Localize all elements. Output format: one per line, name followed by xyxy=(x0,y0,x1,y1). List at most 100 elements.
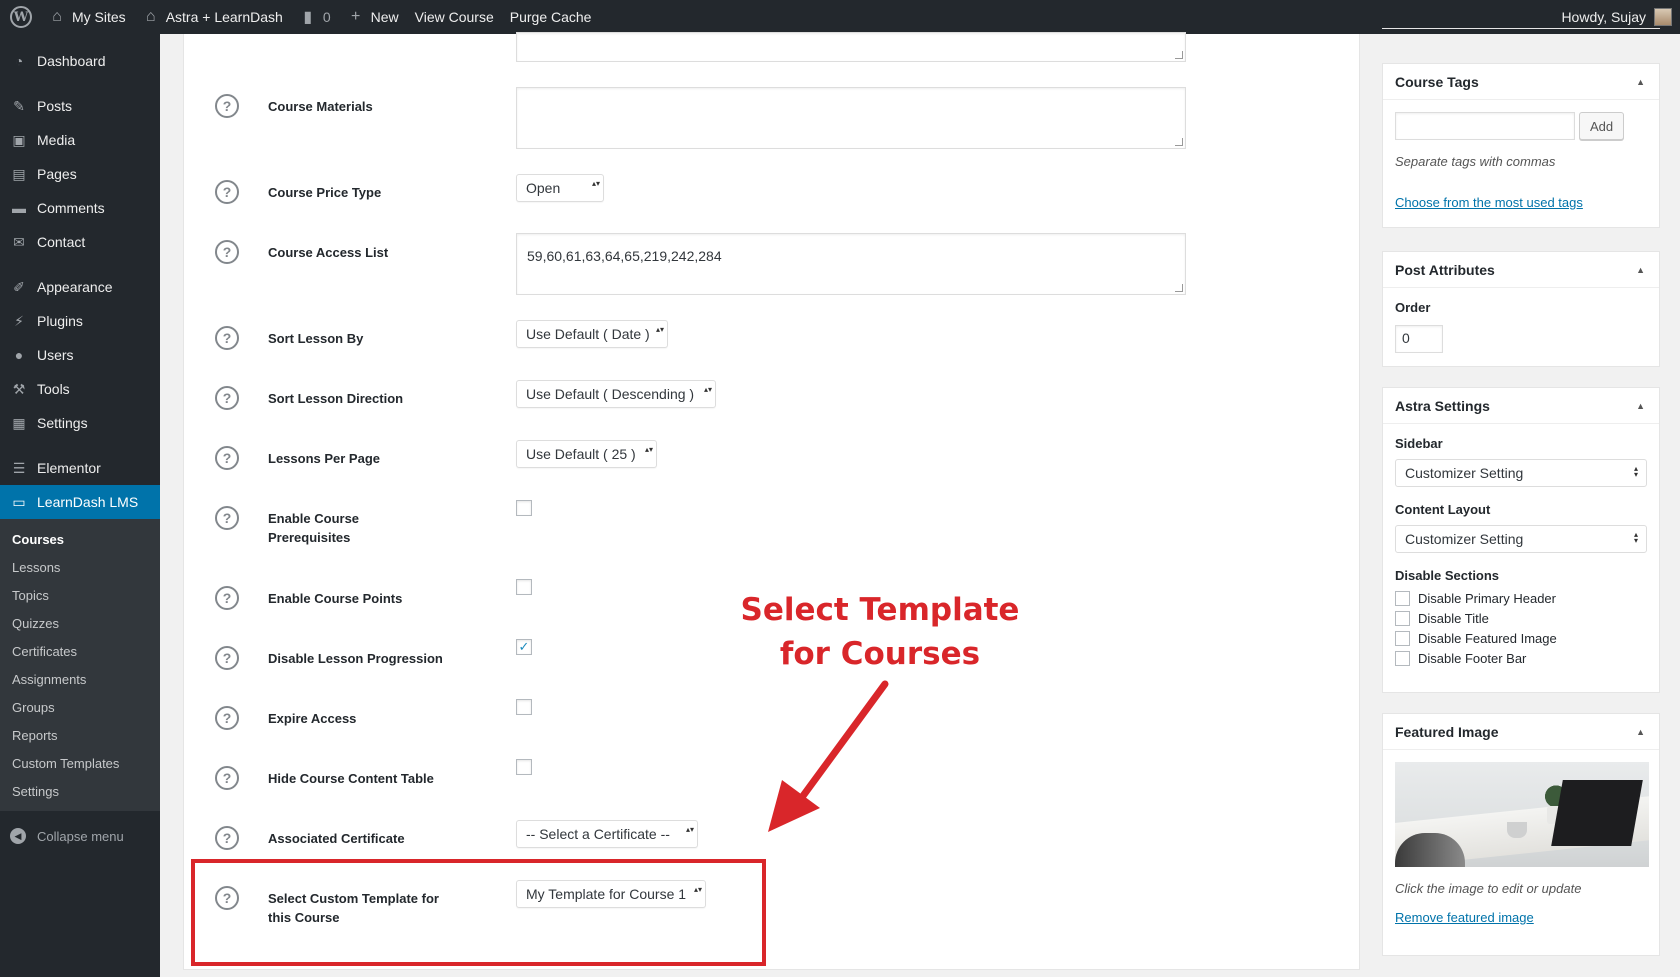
submenu-item-quizzes[interactable]: Quizzes xyxy=(0,609,160,637)
sort-lesson-by-label: Sort Lesson By xyxy=(268,331,364,346)
content-layout-label: Content Layout xyxy=(1395,502,1491,517)
associated-certificate-select[interactable]: -- Select a Certificate -- xyxy=(516,820,698,848)
post-attributes-header[interactable]: Post Attributes ▲ xyxy=(1383,252,1659,288)
sidebar-item-settings[interactable]: ▦ Settings xyxy=(0,406,160,440)
sidebar-item-posts[interactable]: ✎ Posts xyxy=(0,89,160,123)
help-icon[interactable]: ? xyxy=(215,94,239,118)
sidebar-item-label: Settings xyxy=(37,415,88,431)
hide-content-table-checkbox[interactable] xyxy=(516,759,532,775)
help-icon[interactable]: ? xyxy=(215,326,239,350)
collapse-arrow-icon[interactable]: ▲ xyxy=(1636,77,1645,87)
sidebar-item-pages[interactable]: ▤ Pages xyxy=(0,157,160,191)
new-content-menu[interactable]: + New xyxy=(339,0,407,34)
sidebar-item-dashboard[interactable]: ◔ Dashboard xyxy=(0,44,160,78)
lessons-per-page-select[interactable]: Use Default ( 25 ) xyxy=(516,440,657,468)
help-icon[interactable]: ? xyxy=(215,506,239,530)
option-label: Disable Footer Bar xyxy=(1418,650,1527,666)
collapse-arrow-icon[interactable]: ▲ xyxy=(1636,727,1645,737)
sidebar-item-label: Posts xyxy=(37,98,73,114)
course-tags-header[interactable]: Course Tags ▲ xyxy=(1383,64,1659,100)
sidebar-item-contact[interactable]: ✉ Contact xyxy=(0,225,160,259)
submenu-item-certificates[interactable]: Certificates xyxy=(0,637,160,665)
site-name-menu[interactable]: ⌂ Astra + LearnDash xyxy=(134,0,291,34)
help-icon[interactable]: ? xyxy=(215,646,239,670)
comments-menu[interactable]: ▮ 0 xyxy=(291,0,339,34)
sites-icon: ⌂ xyxy=(52,8,62,25)
sidebar-setting-select[interactable]: Customizer Setting xyxy=(1395,459,1647,487)
disable-primary-header-option[interactable]: Disable Primary Header xyxy=(1395,588,1647,608)
collapse-menu-button[interactable]: ◀ Collapse menu xyxy=(0,819,160,853)
order-input[interactable]: 0 xyxy=(1395,325,1443,353)
sidebar-item-label: Tools xyxy=(37,381,70,397)
wrench-icon: ⚒ xyxy=(12,380,26,397)
course-access-list-textarea[interactable]: 59,60,61,63,64,65,219,242,284 xyxy=(516,233,1186,295)
collapse-arrow-icon[interactable]: ▲ xyxy=(1636,401,1645,411)
option-label: Disable Title xyxy=(1418,610,1489,626)
sort-lesson-by-select[interactable]: Use Default ( Date ) xyxy=(516,320,668,348)
help-icon[interactable]: ? xyxy=(215,240,239,264)
submenu-item-custom-templates[interactable]: Custom Templates xyxy=(0,749,160,777)
submenu-item-assignments[interactable]: Assignments xyxy=(0,665,160,693)
help-icon[interactable]: ? xyxy=(215,446,239,470)
sort-lesson-direction-select[interactable]: Use Default ( Descending ) xyxy=(516,380,716,408)
disable-featured-image-option[interactable]: Disable Featured Image xyxy=(1395,628,1647,648)
previous-textarea[interactable] xyxy=(516,32,1186,62)
submenu-item-settings[interactable]: Settings xyxy=(0,777,160,805)
sidebar-item-label: Elementor xyxy=(37,460,101,476)
featured-image-caption: Click the image to edit or update xyxy=(1395,881,1582,896)
my-sites-menu[interactable]: ⌂ My Sites xyxy=(40,0,134,34)
checkbox[interactable] xyxy=(1395,610,1410,626)
submenu-item-topics[interactable]: Topics xyxy=(0,581,160,609)
disable-title-option[interactable]: Disable Title xyxy=(1395,608,1647,628)
new-label: New xyxy=(370,9,399,25)
sidebar-item-media[interactable]: ▣ Media xyxy=(0,123,160,157)
option-label: Disable Primary Header xyxy=(1418,590,1556,606)
disable-footer-bar-option[interactable]: Disable Footer Bar xyxy=(1395,648,1647,668)
course-materials-textarea[interactable] xyxy=(516,87,1186,149)
help-icon[interactable]: ? xyxy=(215,180,239,204)
enable-course-points-label: Enable Course Points xyxy=(268,591,403,606)
checkbox[interactable] xyxy=(1395,630,1410,646)
checkbox[interactable] xyxy=(1395,590,1410,606)
enable-prerequisites-checkbox[interactable] xyxy=(516,500,532,516)
choose-tags-link[interactable]: Choose from the most used tags xyxy=(1395,195,1647,210)
course-tags-input[interactable] xyxy=(1395,112,1575,140)
collapse-arrow-icon[interactable]: ▲ xyxy=(1636,265,1645,275)
sidebar-item-users[interactable]: ● Users xyxy=(0,338,160,372)
sidebar-item-comments[interactable]: ▬ Comments xyxy=(0,191,160,225)
disable-lesson-progression-checkbox[interactable]: ✓ xyxy=(516,639,532,655)
course-price-type-select[interactable]: Open xyxy=(516,174,604,202)
learndash-submenu: Courses Lessons Topics Quizzes Certifica… xyxy=(0,519,160,811)
course-tags-box xyxy=(1382,28,1660,29)
purge-cache-link[interactable]: Purge Cache xyxy=(502,0,600,34)
sidebar-item-label: Users xyxy=(37,347,74,363)
add-tag-button[interactable]: Add xyxy=(1579,112,1625,140)
wordpress-logo-icon[interactable]: W xyxy=(0,0,40,34)
user-icon: ● xyxy=(14,347,24,363)
submenu-item-groups[interactable]: Groups xyxy=(0,693,160,721)
remove-featured-image-link[interactable]: Remove featured image xyxy=(1395,910,1647,925)
expire-access-checkbox[interactable] xyxy=(516,699,532,715)
help-icon[interactable]: ? xyxy=(215,766,239,790)
help-icon[interactable]: ? xyxy=(215,386,239,410)
view-course-link[interactable]: View Course xyxy=(407,0,502,34)
enable-prerequisites-label: Enable Course Prerequisites xyxy=(268,511,360,545)
featured-image-header[interactable]: Featured Image ▲ xyxy=(1383,714,1659,750)
sidebar-item-elementor[interactable]: ☰ Elementor xyxy=(0,451,160,485)
sidebar-item-appearance[interactable]: ✐ Appearance xyxy=(0,270,160,304)
enable-course-points-checkbox[interactable] xyxy=(516,579,532,595)
sidebar-item-plugins[interactable]: ⚡ Plugins xyxy=(0,304,160,338)
help-icon[interactable]: ? xyxy=(215,826,239,850)
featured-image-thumbnail[interactable] xyxy=(1395,762,1649,867)
annotation-arrow-icon xyxy=(768,680,889,832)
content-layout-select[interactable]: Customizer Setting xyxy=(1395,525,1647,553)
checkbox[interactable] xyxy=(1395,650,1410,666)
help-icon[interactable]: ? xyxy=(215,586,239,610)
submenu-item-reports[interactable]: Reports xyxy=(0,721,160,749)
help-icon[interactable]: ? xyxy=(215,706,239,730)
sidebar-item-tools[interactable]: ⚒ Tools xyxy=(0,372,160,406)
astra-settings-header[interactable]: Astra Settings ▲ xyxy=(1383,388,1659,424)
sidebar-item-learndash[interactable]: ▭ LearnDash LMS xyxy=(0,485,160,519)
submenu-item-lessons[interactable]: Lessons xyxy=(0,553,160,581)
submenu-item-courses[interactable]: Courses xyxy=(0,525,160,553)
